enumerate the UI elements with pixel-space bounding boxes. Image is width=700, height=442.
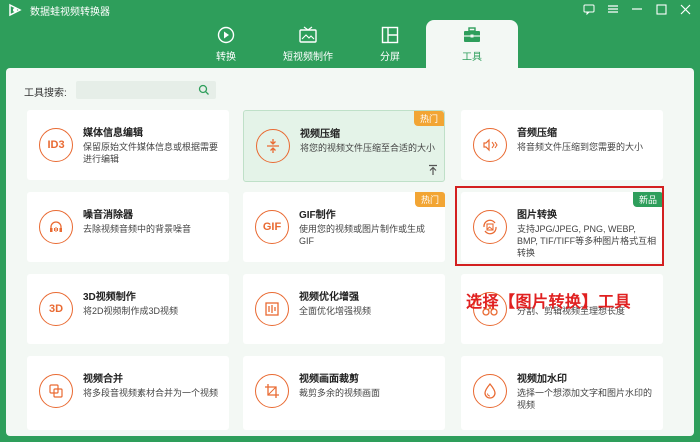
noise-icon xyxy=(39,210,73,244)
card-title: GIF制作 xyxy=(299,210,336,221)
watermark-icon xyxy=(473,374,507,408)
app-logo-icon xyxy=(9,3,22,17)
convert-icon xyxy=(216,25,236,45)
message-icon[interactable] xyxy=(582,2,596,16)
tool-card-3d-video[interactable]: 3D 3D视频制作 将2D视频制作成3D视频 xyxy=(27,274,229,344)
audio-compress-icon xyxy=(473,128,507,162)
card-title: 媒体信息编辑 xyxy=(83,128,143,139)
app-title: 数据蛙视频转换器 xyxy=(30,7,110,18)
tab-label: 分屏 xyxy=(380,52,400,63)
tab-tools[interactable]: 工具 xyxy=(426,20,518,68)
card-desc: 将多段音视频素材合并为一个视频 xyxy=(83,388,219,398)
tab-label: 短视频制作 xyxy=(283,52,333,63)
window-controls xyxy=(582,2,692,16)
tab-label: 工具 xyxy=(462,52,482,63)
search-box xyxy=(76,81,216,101)
pin-to-top-icon[interactable] xyxy=(426,163,440,177)
3d-icon: 3D xyxy=(39,292,73,326)
toolbox-icon xyxy=(462,25,482,45)
menu-icon[interactable] xyxy=(606,2,620,16)
tool-card-audio-compress[interactable]: 音频压缩 将音频文件压缩到您需要的大小 xyxy=(461,110,663,180)
crop-icon xyxy=(255,374,289,408)
card-title: 视频优化增强 xyxy=(299,292,359,303)
card-desc: 将您的视频文件压缩至合适的大小 xyxy=(300,143,436,153)
annotation-text: 选择【图片转换】工具 xyxy=(466,294,632,311)
maximize-icon[interactable] xyxy=(654,2,668,16)
search-input[interactable] xyxy=(76,82,216,101)
tab-convert[interactable]: 转换 xyxy=(180,20,272,68)
card-title: 音频压缩 xyxy=(517,128,557,139)
card-title: 视频压缩 xyxy=(300,129,340,140)
card-desc: 全面优化增强视频 xyxy=(299,306,372,316)
tool-card-noise-remover[interactable]: 噪音消除器 去除视频音频中的背景噪音 xyxy=(27,192,229,262)
id3-icon: ID3 xyxy=(39,128,73,162)
tool-card-video-compress[interactable]: 视频压缩 将您的视频文件压缩至合适的大小 热门 xyxy=(243,110,445,182)
card-title: 视频加水印 xyxy=(517,374,567,385)
card-title: 噪音消除器 xyxy=(83,210,133,221)
card-desc: 选择一个想添加文字和图片水印的视频 xyxy=(517,388,653,410)
tab-short-video[interactable]: 短视频制作 xyxy=(262,20,354,68)
close-icon[interactable] xyxy=(678,2,692,16)
search-label: 工具搜索: xyxy=(24,88,67,99)
tool-card-video-merge[interactable]: 视频合并 将多段音视频素材合并为一个视频 xyxy=(27,356,229,430)
card-desc: 去除视频音频中的背景噪音 xyxy=(83,224,192,234)
highlight-box xyxy=(455,186,664,266)
hot-badge: 热门 xyxy=(414,111,444,126)
search-icon[interactable] xyxy=(198,84,210,96)
hot-badge: 热门 xyxy=(415,192,445,207)
card-desc: 保留原始文件媒体信息或根据需要进行编辑 xyxy=(83,142,219,164)
split-screen-icon xyxy=(380,25,400,45)
card-desc: 裁剪多余的视频画面 xyxy=(299,388,381,398)
merge-icon xyxy=(39,374,73,408)
minimize-icon[interactable] xyxy=(630,2,644,16)
tool-card-video-enhance[interactable]: 视频优化增强 全面优化增强视频 xyxy=(243,274,445,344)
gif-icon: GIF xyxy=(255,210,289,244)
card-desc: 将音频文件压缩到您需要的大小 xyxy=(517,142,644,152)
card-title: 3D视频制作 xyxy=(83,292,136,303)
card-desc: 将2D视频制作成3D视频 xyxy=(83,306,179,316)
tab-label: 转换 xyxy=(216,52,236,63)
tab-split-screen[interactable]: 分屏 xyxy=(344,20,436,68)
card-title: 视频画面裁剪 xyxy=(299,374,359,385)
enhance-icon xyxy=(255,292,289,326)
tool-card-video-crop[interactable]: 视频画面裁剪 裁剪多余的视频画面 xyxy=(243,356,445,430)
main-tabs: 转换 短视频制作 分屏 工具 xyxy=(0,18,700,68)
tool-card-gif-maker[interactable]: GIF GIF制作 使用您的视频或图片制作或生成GIF 热门 xyxy=(243,192,445,262)
card-desc: 使用您的视频或图片制作或生成GIF xyxy=(299,224,426,246)
tool-card-video-watermark[interactable]: 视频加水印 选择一个想添加文字和图片水印的视频 xyxy=(461,356,663,430)
tool-card-media-info[interactable]: ID3 媒体信息编辑 保留原始文件媒体信息或根据需要进行编辑 xyxy=(27,110,229,180)
title-bar: 数据蛙视频转换器 xyxy=(0,0,700,20)
compress-icon xyxy=(256,129,290,163)
tv-icon xyxy=(298,25,318,45)
card-title: 视频合并 xyxy=(83,374,123,385)
